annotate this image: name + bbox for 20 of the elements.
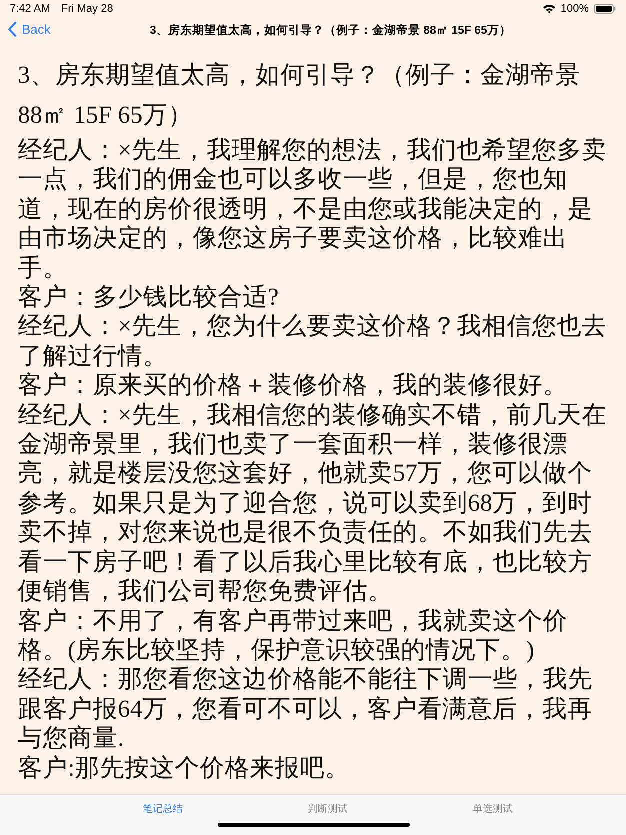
tab[interactable]: 笔记总结 [80, 799, 246, 819]
battery-icon [594, 4, 616, 14]
tab[interactable]: 判断测试 [246, 799, 410, 819]
dialogue-paragraph: 客户:那先按这个价格来报吧。 [18, 754, 351, 783]
status-date: Fri May 28 [61, 3, 114, 15]
article-heading: 3、房东期望值太高，如何引导？（例子：金湖帝景88㎡ 15F 65万） [18, 61, 582, 131]
dialogue-paragraph: 经纪人：那您看您这边价格能不能往下调一些，我先跟客户报64万，您看可不可以，客户看满意后，我再与您商量. [18, 665, 594, 754]
dialogue-paragraph: 经纪人：×先生，我相信您的装修确实不错，前几天在金湖帝景里，我们也卖了一套面积一样，装修很漂亮，就是楼层没您这套好，他就卖57万，您可以做个参考。如果只是为了迎合您，说可以卖到68万，到时卖不掉，对您来说也是很不负责任的。不如我们先去看一下房子吧！看了以后我心里比较有底，也比较方便销售，我们公司帮您免费评估。 [18, 400, 608, 606]
chevron-left-icon [8, 22, 17, 37]
dialogue-paragraph: 客户：多少钱比较合适? [18, 283, 280, 312]
dialogue-paragraph: 客户：原来买的价格＋装修价格，我的装修很好。 [18, 371, 569, 401]
dialogue-paragraph: 经纪人：×先生，您为什么要卖这价格？我相信您也去了解过行情。 [18, 312, 608, 372]
nav-title: 3、房东期望值太高，如何引导？（例子：金湖帝景 88㎡ 15F 65万） [150, 23, 512, 38]
dialogue-paragraph: 客户：不用了，有客户再带过来吧，我就卖这个价格。(房东比较坚持，保护意识较强的情况下。) [18, 606, 569, 666]
wifi-icon [542, 4, 556, 14]
dialogue-paragraph: 经纪人：×先生，我理解您的想法，我们也希望您多卖一点，我们的佣金也可以多收一些，但是，您也知道，现在的房价很透明，不是由您或我能决定的，是由市场决定的，像您这房子要卖这价格，比较难出手。 [18, 136, 608, 284]
back-button[interactable]: Back [8, 22, 51, 37]
battery-percent: 100% [560, 3, 589, 15]
status-time: 7:42 AM [10, 3, 50, 15]
tab[interactable]: 单选测试 [410, 799, 576, 819]
